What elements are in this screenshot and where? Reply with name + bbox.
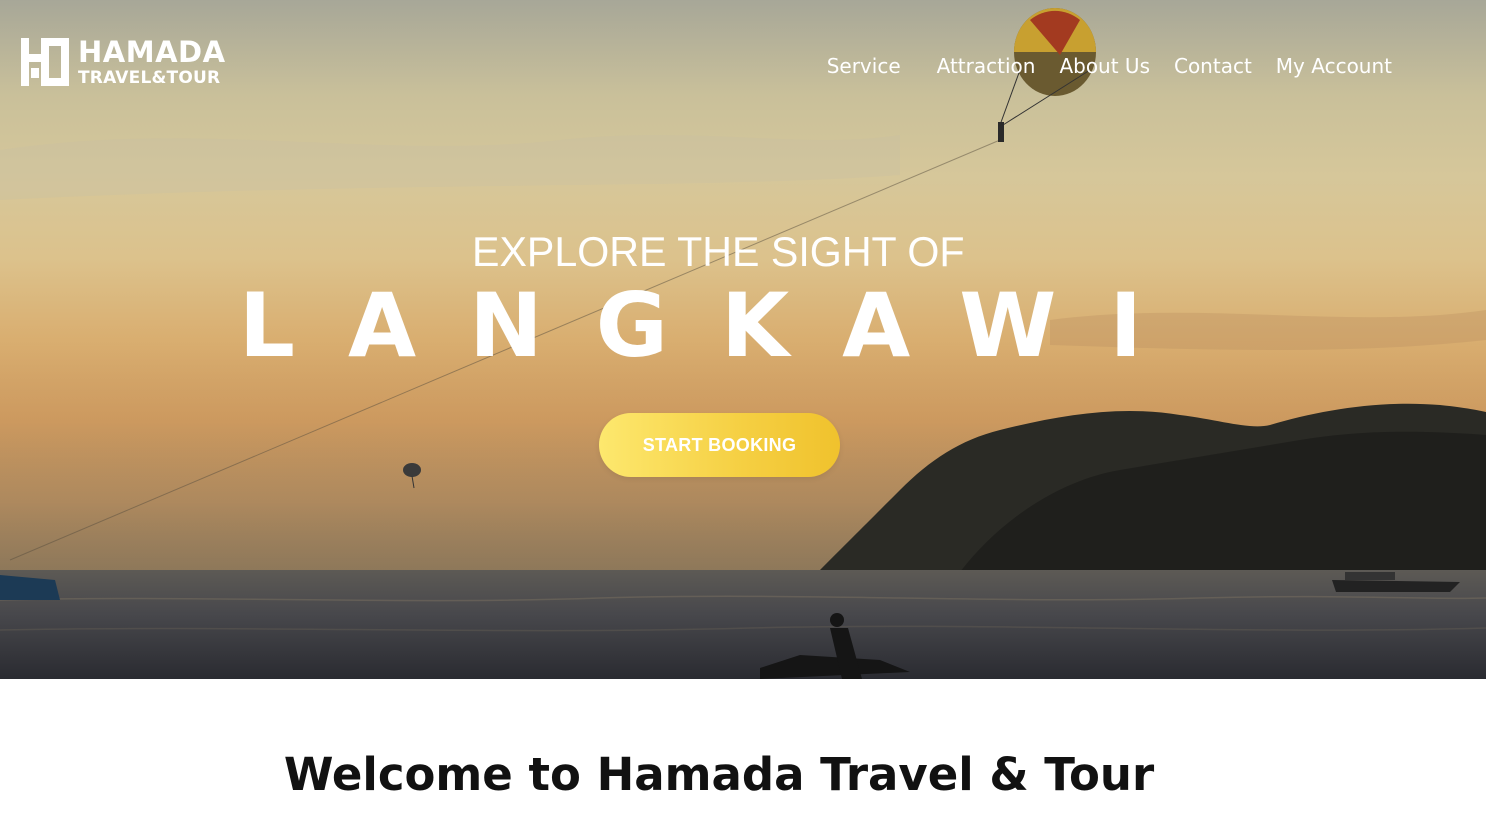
nav-item-my-account[interactable]: My Account [1264,54,1404,78]
brand-logo[interactable]: HAMADA TRAVEL&TOUR [18,34,226,90]
start-booking-button[interactable]: START BOOKING [599,413,840,477]
hero-eyebrow: EXPLORE THE SIGHT OF [471,228,965,275]
nav-item-contact[interactable]: Contact [1162,54,1264,78]
nav-item-service[interactable]: Service [815,54,913,78]
brand-name: HAMADA [78,34,226,69]
main-nav: Service Attraction About Us Contact My A… [815,54,1404,78]
brand-logo-text: HAMADA TRAVEL&TOUR [78,34,226,88]
top-navbar: HAMADA TRAVEL&TOUR Service Attraction Ab… [0,0,1486,130]
nav-item-attraction[interactable]: Attraction [925,54,1048,78]
hero-copy: EXPLORE THE SIGHT OF LANGKAWI [0,228,1486,376]
brand-subtitle: TRAVEL&TOUR [78,67,221,88]
hero-section: HAMADA TRAVEL&TOUR Service Attraction Ab… [0,0,1486,679]
nav-item-about-us[interactable]: About Us [1047,54,1162,78]
brand-logo-mark-icon [21,38,69,86]
welcome-heading: Welcome to Hamada Travel & Tour [283,748,1155,801]
hero-title: LANGKAWI [238,274,1196,377]
cta-wrapper: START BOOKING [599,413,840,477]
